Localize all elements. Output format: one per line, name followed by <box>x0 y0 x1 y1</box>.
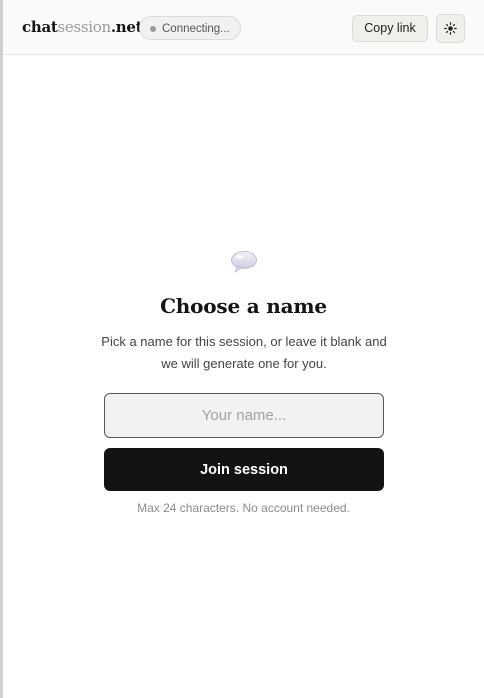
chat-bubble-icon <box>231 251 257 273</box>
brand-part-domain: .net <box>110 18 143 36</box>
app-window: chatsession.net Connecting... Copy link <box>0 0 484 698</box>
sun-icon <box>444 22 457 35</box>
theme-toggle-button[interactable] <box>436 14 465 43</box>
status-dot-icon <box>150 26 156 32</box>
helper-text: Max 24 characters. No account needed. <box>137 501 350 515</box>
name-input[interactable] <box>104 393 384 438</box>
page-subtitle: Pick a name for this session, or leave i… <box>101 334 387 371</box>
brand-part-session: session <box>57 18 112 36</box>
top-bar: chatsession.net Connecting... Copy link <box>3 0 484 55</box>
brand-logo[interactable]: chatsession.net <box>22 18 143 36</box>
join-session-button[interactable]: Join session <box>104 448 384 491</box>
connection-status-badge: Connecting... <box>139 16 241 40</box>
copy-link-button[interactable]: Copy link <box>352 15 428 42</box>
connection-status-text: Connecting... <box>162 23 230 35</box>
brand-part-chat: chat <box>22 18 58 36</box>
window-edge <box>0 0 3 698</box>
page-title: Choose a name <box>160 294 327 318</box>
